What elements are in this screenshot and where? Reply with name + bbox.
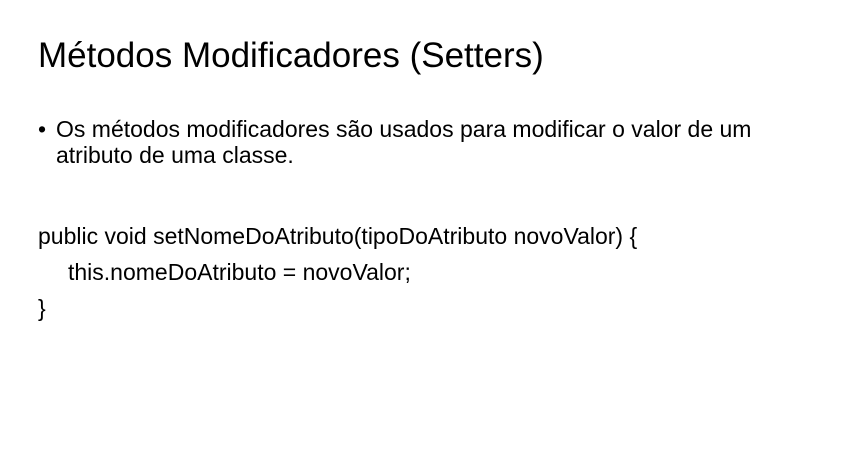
bullet-list: • Os métodos modificadores são usados pa… <box>38 116 828 168</box>
bullet-icon: • <box>38 116 47 142</box>
slide: Métodos Modificadores (Setters) • Os mét… <box>0 0 862 455</box>
code-line-closing-brace: } <box>38 295 46 321</box>
bullet-item: • Os métodos modificadores são usados pa… <box>38 116 828 168</box>
code-line-signature: public void setNomeDoAtributo(tipoDoAtri… <box>38 223 638 249</box>
bullet-text: Os métodos modificadores são usados para… <box>56 116 752 168</box>
code-line-body: this.nomeDoAtributo = novoValor; <box>68 259 411 285</box>
code-block: public void setNomeDoAtributo(tipoDoAtri… <box>38 218 637 326</box>
slide-title: Métodos Modificadores (Setters) <box>38 36 544 75</box>
